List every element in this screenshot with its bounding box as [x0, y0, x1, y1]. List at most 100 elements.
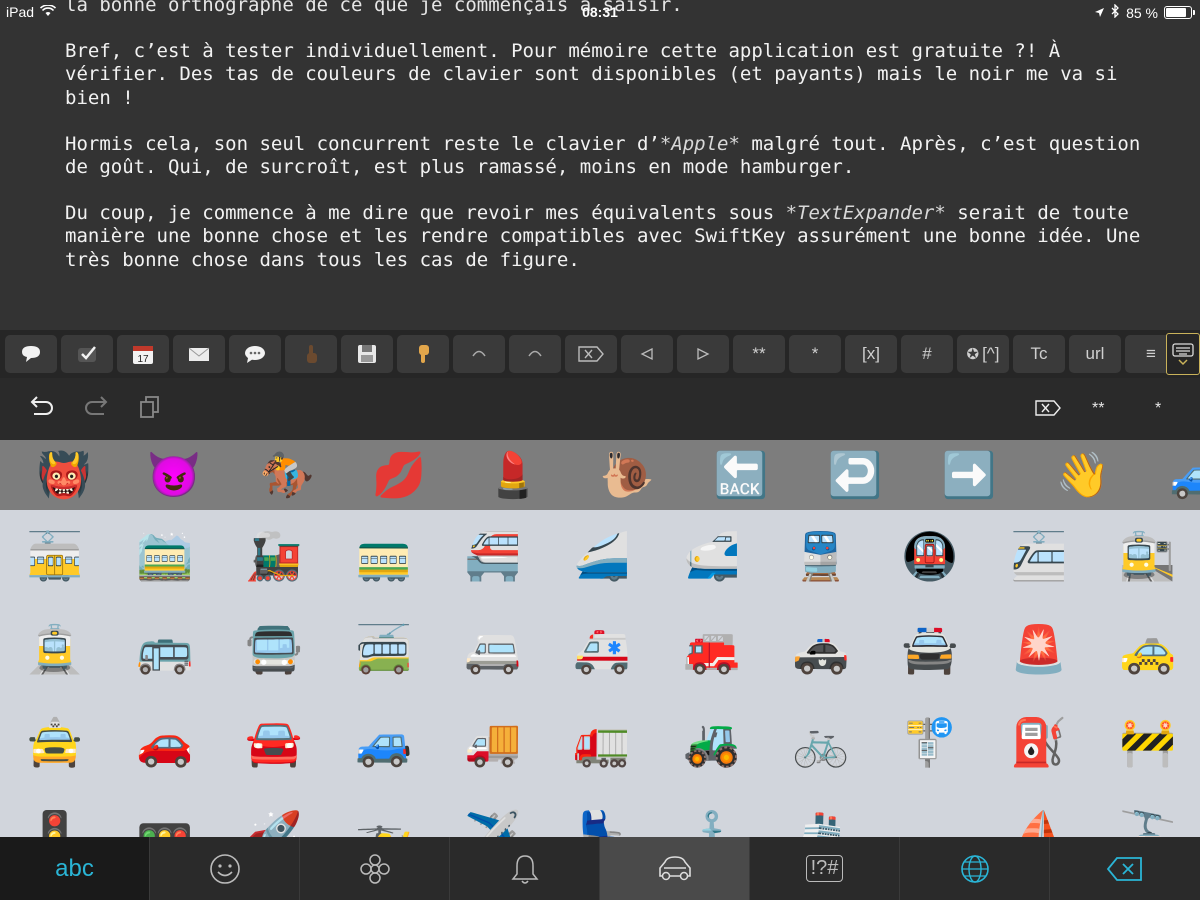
location-icon — [1094, 5, 1105, 21]
redo-arrow-icon[interactable] — [82, 394, 110, 425]
recent-emoji[interactable]: 💄 — [484, 448, 542, 502]
clock: 08:31 — [582, 4, 618, 20]
bell-icon[interactable] — [450, 837, 600, 900]
recent-emoji[interactable]: 💋 — [370, 448, 428, 502]
recent-emoji[interactable]: 🐌 — [598, 448, 656, 502]
undo-icon[interactable] — [453, 335, 505, 373]
recent-emoji[interactable]: 😈 — [145, 448, 203, 502]
emoji-key[interactable]: 🚈 — [1007, 524, 1071, 588]
bold-button[interactable]: ** — [733, 335, 785, 373]
emoji-key[interactable]: 🚐 — [461, 617, 525, 681]
emoji-key[interactable]: 🚦 — [23, 803, 87, 838]
recent-emoji[interactable]: 🚙 — [1168, 448, 1200, 502]
emoji-key[interactable]: 🚧 — [1116, 710, 1180, 774]
emoji-key[interactable]: 🚎 — [352, 617, 416, 681]
emoji-key[interactable]: 🚥 — [133, 803, 197, 838]
redo-icon[interactable] — [509, 335, 561, 373]
editor-toolbar: 17 ** * [x] # ✪ [^] Tc url ≡ — [0, 330, 1200, 378]
emoji-key[interactable]: 🚢 — [789, 803, 853, 838]
bold-key[interactable]: ** — [1092, 400, 1104, 418]
recent-emoji[interactable]: ↩️ — [826, 448, 884, 502]
emoji-key[interactable]: 🚀 — [242, 803, 306, 838]
car-icon[interactable] — [600, 837, 750, 900]
copy-icon[interactable] — [138, 394, 162, 425]
editor-paragraph-3: Du coup, je commence à me dire que revoi… — [65, 202, 1152, 271]
emoji-key[interactable]: 🚨 — [1007, 617, 1071, 681]
keyboard-dismiss-icon[interactable] — [1166, 333, 1200, 375]
emoji-key[interactable]: 🚅 — [680, 524, 744, 588]
abc-key[interactable]: abc — [0, 837, 150, 900]
emoji-key[interactable]: 🚊 — [23, 617, 87, 681]
delete-forward-icon[interactable] — [1034, 399, 1062, 422]
editor-paragraph-1: Bref, c’est à tester individuellement. P… — [65, 40, 1129, 109]
emoji-key[interactable]: 🚃 — [352, 524, 416, 588]
footnote-button[interactable]: ✪ [^] — [957, 335, 1009, 373]
checkmark-icon[interactable] — [61, 335, 113, 373]
emoji-key[interactable]: 🚲 — [789, 710, 853, 774]
mail-icon[interactable] — [173, 335, 225, 373]
emoji-key[interactable]: 🚄 — [570, 524, 634, 588]
italic-button[interactable]: * — [789, 335, 841, 373]
save-icon[interactable] — [341, 335, 393, 373]
emoji-key[interactable]: 🚁 — [352, 803, 416, 838]
link-reference-button[interactable]: [x] — [845, 335, 897, 373]
emoji-key[interactable]: 🚡 — [1116, 803, 1180, 838]
symbols-key[interactable]: !?# — [750, 837, 900, 900]
emoji-key[interactable]: 🚖 — [23, 710, 87, 774]
italic-text: *TextExpander* — [785, 202, 946, 225]
emoji-key[interactable]: 🚑 — [570, 617, 634, 681]
emoji-key[interactable]: 🚆 — [789, 524, 853, 588]
recent-emoji[interactable]: 🔙 — [712, 448, 770, 502]
recent-emoji[interactable]: 🏇 — [258, 448, 316, 502]
emoji-key[interactable]: 🚏 — [898, 710, 962, 774]
recent-emoji[interactable]: ➡️ — [940, 448, 998, 502]
emoji-key[interactable]: 🚜 — [680, 710, 744, 774]
header-button[interactable]: # — [901, 335, 953, 373]
cursor-left-icon[interactable] — [621, 335, 673, 373]
message-icon[interactable] — [229, 335, 281, 373]
recent-emoji[interactable]: 👹 — [35, 448, 93, 502]
undo-arrow-icon[interactable] — [28, 394, 56, 425]
backspace-icon[interactable] — [1050, 837, 1200, 900]
emoji-key[interactable]: 🚔 — [898, 617, 962, 681]
emoji-key[interactable]: 🚂 — [242, 524, 306, 588]
emoji-key[interactable]: 🚋 — [23, 524, 87, 588]
calendar-icon[interactable]: 17 — [117, 335, 169, 373]
title-case-button[interactable]: Tc — [1013, 335, 1065, 373]
italic-key[interactable]: * — [1155, 400, 1161, 418]
text-editor[interactable]: la bonne orthographe de ce que je commen… — [0, 0, 1200, 330]
smiley-icon[interactable] — [150, 837, 300, 900]
emoji-key[interactable]: 🚍 — [242, 617, 306, 681]
emoji-key[interactable]: 🚘 — [242, 710, 306, 774]
emoji-key[interactable]: 🚒 — [680, 617, 744, 681]
flower-icon[interactable] — [300, 837, 450, 900]
emoji-key[interactable]: 🚇 — [898, 524, 962, 588]
emoji-key[interactable]: 🚤 — [898, 803, 962, 838]
url-button[interactable]: url — [1069, 335, 1121, 373]
emoji-key[interactable]: 🚚 — [461, 710, 525, 774]
emoji-key[interactable]: ⚓ — [680, 803, 744, 838]
cursor-right-icon[interactable] — [677, 335, 729, 373]
emoji-key[interactable]: 🚝 — [461, 524, 525, 588]
hand-up-icon[interactable] — [285, 335, 337, 373]
delete-forward-icon[interactable] — [565, 335, 617, 373]
emoji-key[interactable]: 🚌 — [133, 617, 197, 681]
emoji-key[interactable]: 🚞 — [133, 524, 197, 588]
emoji-key[interactable]: 💺 — [570, 803, 634, 838]
emoji-key[interactable]: ⛵ — [1007, 803, 1071, 838]
emoji-key[interactable]: 🚕 — [1116, 617, 1180, 681]
emoji-key[interactable]: 🚙 — [352, 710, 416, 774]
emoji-key[interactable]: 🚛 — [570, 710, 634, 774]
emoji-grid: 🚋 🚞 🚂 🚃 🚝 🚄 🚅 🚆 🚇 🚈 🚉 🚊 🚌 🚍 🚎 🚐 🚑 🚒 🚓 🚔 🚨 🚕 🚖 🚗 🚘 🚙 🚚 🚛 🚜 🚲 🚏 ⛽ 🚧 🚦 🚥 🚀 🚁 ✈️ 💺… — [0, 510, 1200, 837]
recent-emoji-row: 👹 😈 🏇 💋 💄 🐌 🔙 ↩️ ➡️ 👋 🚙 — [0, 440, 1200, 510]
recent-emoji[interactable]: 👋 — [1054, 448, 1112, 502]
globe-icon[interactable] — [900, 837, 1050, 900]
emoji-key[interactable]: ✈️ — [461, 803, 525, 838]
emoji-key[interactable]: ⛽ — [1007, 710, 1071, 774]
emoji-key[interactable]: 🚗 — [133, 710, 197, 774]
preview-icon[interactable] — [5, 335, 57, 373]
emoji-key[interactable]: 🚉 — [1116, 524, 1180, 588]
editor-paragraph-2: Hormis cela, son seul concurrent reste l… — [65, 132, 1152, 179]
hand-down-icon[interactable] — [397, 335, 449, 373]
emoji-key[interactable]: 🚓 — [789, 617, 853, 681]
